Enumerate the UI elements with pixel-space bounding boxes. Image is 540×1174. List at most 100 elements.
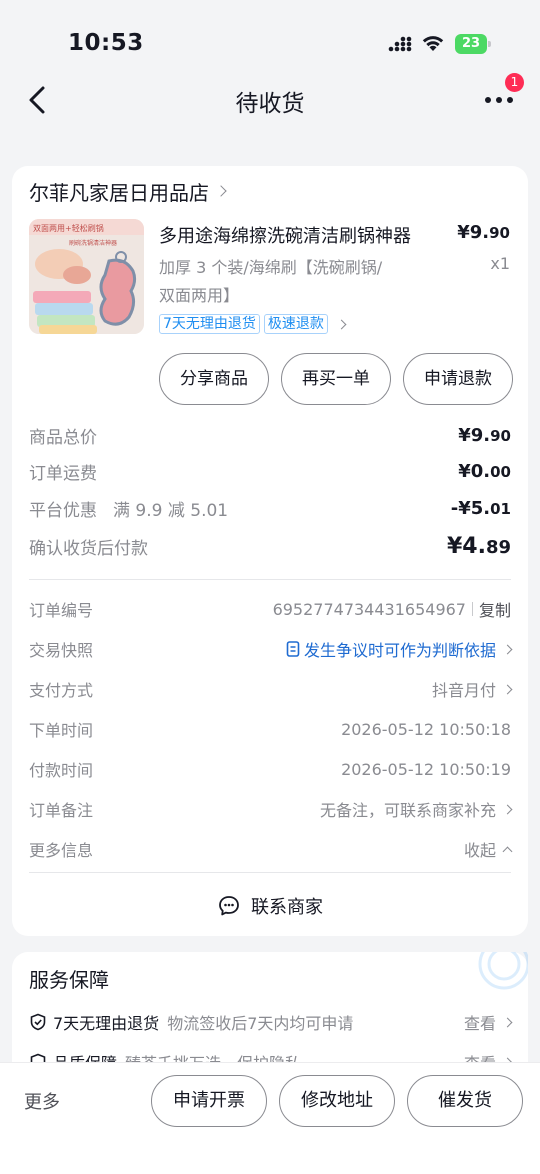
pay-dec: 89: [485, 536, 511, 558]
summary-discount-row: 平台优惠 满 9.9 减 5.01 -¥5.01: [29, 494, 511, 522]
summary-total-row: 商品总价 ¥9.90: [29, 421, 511, 449]
order-note-label: 订单备注: [29, 801, 94, 820]
collapse-toggle: 收起: [463, 837, 513, 861]
total-int: ¥9.: [458, 424, 491, 446]
total-dec: 90: [490, 426, 511, 445]
notification-badge: 1: [505, 73, 524, 92]
separator: [471, 602, 473, 616]
order-number: 6952774734431654967: [272, 599, 466, 619]
service-row-return-action: 查看: [463, 1010, 513, 1034]
summary-shipping-row: 订单运费 ¥0.00: [29, 457, 511, 485]
payment-method-label: 支付方式: [29, 681, 94, 700]
pay-time-row: 付款时间 2026-05-12 10:50:19: [29, 755, 511, 783]
service-row-return-name: 7天无理由退货: [53, 1014, 160, 1033]
rebuy-button[interactable]: 再买一单: [281, 353, 391, 405]
order-time-row: 下单时间 2026-05-12 10:50:18: [29, 715, 511, 743]
share-product-button[interactable]: 分享商品: [159, 353, 269, 405]
tag-return-7days: 7天无理由退货: [159, 314, 260, 334]
total-label: 商品总价: [29, 427, 97, 448]
bottom-action-bar: 更多 申请开票 修改地址 催发货: [0, 1062, 540, 1174]
wifi-icon: [422, 36, 444, 51]
product-spec-line-1: 加厚 3 个装/海绵刷【洗碗刷锅/: [159, 258, 383, 277]
more-options-icon[interactable]: [484, 92, 514, 108]
battery-level: 23: [455, 34, 487, 54]
snapshot-row[interactable]: 交易快照 发生争议时可作为判断依据: [29, 635, 513, 663]
contact-merchant-label: 联系商家: [251, 897, 323, 918]
order-note-value-group: 无备注，可联系商家补充: [319, 797, 513, 821]
more-info-row[interactable]: 更多信息 收起: [29, 835, 513, 863]
pay-int: ¥4.: [446, 533, 486, 559]
snapshot-label: 交易快照: [29, 641, 94, 660]
payment-method-value: 抖音月付: [431, 681, 496, 700]
service-title: 服务保障: [29, 968, 109, 992]
refund-button[interactable]: 申请退款: [403, 353, 513, 405]
product-spec-line-2: 双面两用】: [159, 286, 240, 305]
total-value: ¥9.90: [458, 425, 511, 446]
product-thumbnail[interactable]: 双面两用+轻松刷锅 刷碗洗锅清洁神器: [29, 219, 144, 334]
service-row-return-desc: 物流签收后7天内均可申请: [167, 1014, 354, 1033]
summary-pay-row: 确认收货后付款 ¥4.89: [29, 532, 511, 560]
shipping-value: ¥0.00: [458, 461, 511, 482]
chevron-up-icon: [502, 846, 513, 857]
discount-note: 满 9.9 减 5.01: [113, 500, 229, 521]
shield-watermark-icon: [478, 952, 528, 990]
apply-invoice-button[interactable]: 申请开票: [151, 1075, 267, 1127]
pay-time-label: 付款时间: [29, 761, 94, 780]
service-tags[interactable]: 7天无理由退货 极速退款: [159, 314, 347, 334]
shipping-int: ¥0.: [458, 460, 491, 482]
document-icon: [286, 641, 300, 657]
pay-time-value: 2026-05-12 10:50:19: [341, 759, 511, 779]
discount-value: -¥5.01: [451, 498, 511, 519]
order-actions: 分享商品 再买一单 申请退款: [159, 353, 513, 405]
order-note-row[interactable]: 订单备注 无备注，可联系商家补充: [29, 795, 513, 823]
payment-method-value-group: 抖音月付: [431, 677, 513, 701]
battery-indicator: 23: [455, 34, 491, 54]
discount-dec: 01: [490, 499, 511, 518]
order-card: 尔菲凡家居日用品店 双面两用+轻松刷锅 刷碗洗锅清洁神器 多用途海绵擦洗碗清洁刷…: [12, 166, 528, 936]
chat-bubble-icon: [219, 896, 239, 916]
collapse-label: 收起: [463, 841, 496, 860]
shipping-dec: 00: [490, 462, 511, 481]
pay-value: ¥4.89: [447, 534, 511, 559]
contact-merchant-button[interactable]: 联系商家: [12, 888, 528, 924]
chevron-right-icon: [502, 644, 513, 654]
chevron-right-icon: [336, 319, 347, 329]
chevron-right-icon: [215, 185, 227, 197]
divider: [29, 579, 511, 580]
thumb-caption-1: 双面两用+轻松刷锅: [33, 223, 104, 233]
page-title: 待收货: [235, 91, 305, 117]
chevron-right-icon: [502, 804, 513, 814]
shield-check-icon: [30, 1013, 46, 1031]
status-time: 10:53: [68, 30, 144, 56]
order-number-label: 订单编号: [29, 601, 94, 620]
chevron-right-icon: [502, 684, 513, 694]
battery-tip: [488, 41, 491, 47]
order-number-value-group: 6952774734431654967 复制: [273, 597, 511, 621]
divider: [29, 872, 511, 873]
more-info-label: 更多信息: [29, 841, 94, 860]
nav-bar: 待收货 1: [0, 70, 540, 130]
more-button[interactable]: 更多: [24, 1088, 60, 1114]
order-note-value: 无备注，可联系商家补充: [319, 801, 496, 820]
order-number-row: 订单编号 6952774734431654967 复制: [29, 595, 511, 623]
product-title[interactable]: 多用途海绵擦洗碗清洁刷锅神器: [159, 222, 449, 248]
product-quantity: x1: [490, 254, 510, 273]
copy-button[interactable]: 复制: [479, 597, 511, 621]
service-row-return[interactable]: 7天无理由退货 物流签收后7天内均可申请 查看: [29, 1008, 513, 1036]
shipping-label: 订单运费: [29, 463, 97, 484]
urge-shipment-button[interactable]: 催发货: [407, 1075, 523, 1127]
product-price-dec: 90: [489, 224, 510, 242]
product-price: ¥9.90: [457, 222, 510, 243]
payment-method-row[interactable]: 支付方式 抖音月付: [29, 675, 513, 703]
shop-link[interactable]: 尔菲凡家居日用品店: [29, 176, 227, 206]
view-label: 查看: [463, 1014, 496, 1033]
snapshot-link: 发生争议时可作为判断依据: [303, 641, 496, 660]
cellular-signal-icon: [388, 36, 412, 52]
product-price-int: ¥9.: [457, 222, 490, 243]
shop-name: 尔菲凡家居日用品店: [29, 180, 209, 205]
tag-fast-refund: 极速退款: [263, 314, 328, 334]
sponge-product-image: 双面两用+轻松刷锅 刷碗洗锅清洁神器: [29, 219, 144, 334]
modify-address-button[interactable]: 修改地址: [279, 1075, 395, 1127]
order-time-value: 2026-05-12 10:50:18: [341, 719, 511, 739]
pay-label: 确认收货后付款: [29, 538, 148, 559]
